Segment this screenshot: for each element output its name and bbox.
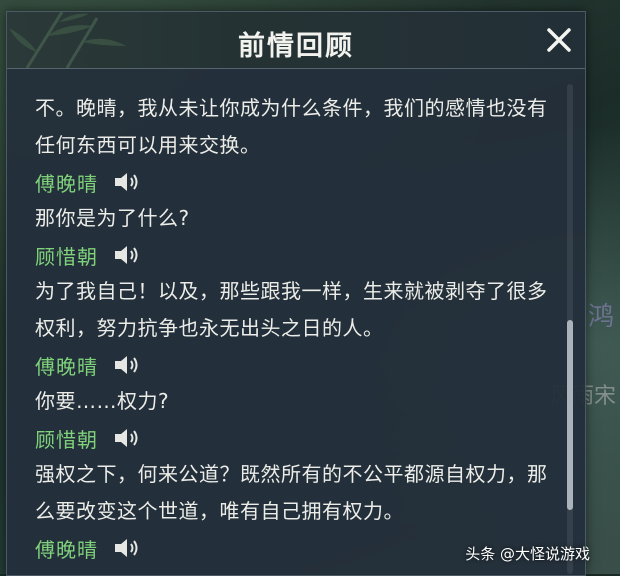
- speaker-name: 顾惜朝: [35, 244, 98, 269]
- dialogue-line: 为了我自己！以及，那些跟我一样，生来就被剥夺了很多权利，努力抗争也永无出头之日的…: [35, 279, 548, 340]
- speaker-name: 傅晚晴: [35, 354, 98, 379]
- speaker-name: 傅晚晴: [35, 537, 98, 562]
- speaker-icon[interactable]: [112, 242, 142, 268]
- dialogue-line: 你要……权力?: [35, 389, 170, 413]
- speaker-icon[interactable]: [112, 535, 142, 561]
- speaker-row: 傅晚晴: [35, 164, 555, 200]
- speaker-row: 顾惜朝: [35, 420, 555, 456]
- watermark: 头条 @大怪说游戏: [465, 545, 590, 563]
- close-button[interactable]: [541, 22, 577, 58]
- recap-dialog: 前情回顾 不。晚晴，我从未让你成为什么条件，我们的感情也没有任何东西可以用来交换…: [6, 11, 586, 576]
- close-icon: [547, 28, 571, 52]
- speaker-name: 傅晚晴: [35, 171, 98, 196]
- dialog-title: 前情回顾: [238, 31, 354, 62]
- dialogue-line: 不。晚晴，我从未让你成为什么条件，我们的感情也没有任何东西可以用来交换。: [35, 96, 548, 157]
- dialogue-history: 不。晚晴，我从未让你成为什么条件，我们的感情也没有任何东西可以用来交换。 傅晚晴那…: [35, 90, 555, 566]
- dialog-header: 前情回顾: [7, 12, 585, 69]
- dialogue-line: 那你是为了什么?: [35, 206, 190, 230]
- scene-character-name: 鸿: [587, 302, 614, 332]
- speaker-icon[interactable]: [112, 169, 142, 195]
- speaker-row: 傅晚晴: [35, 347, 555, 383]
- speaker-name: 顾惜朝: [35, 427, 98, 452]
- speaker-row: 顾惜朝: [35, 237, 555, 273]
- speaker-icon[interactable]: [112, 352, 142, 378]
- scrollbar[interactable]: [567, 84, 573, 574]
- scrollbar-thumb[interactable]: [567, 320, 573, 510]
- dialogue-line: 强权之下，何来公道？既然所有的不公平都源自权力，那么要改变这个世道，唯有自己拥有…: [35, 462, 548, 523]
- speaker-icon[interactable]: [112, 425, 142, 451]
